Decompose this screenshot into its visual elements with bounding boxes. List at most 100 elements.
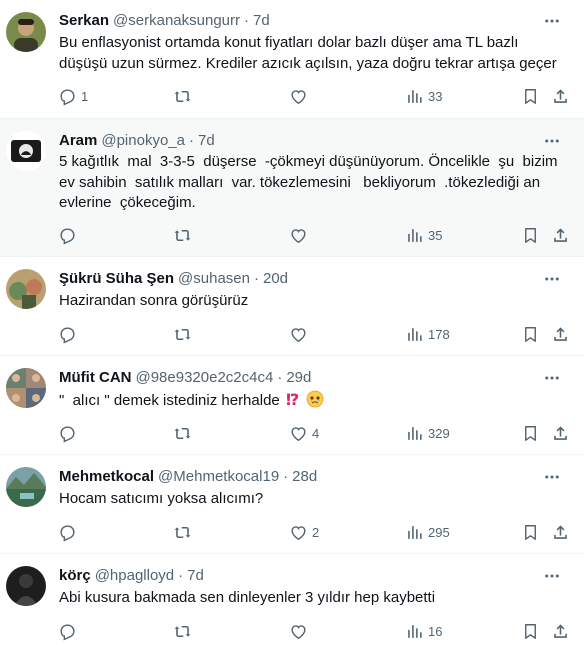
tweet-header: Serkan @serkanaksungurr · 7d: [59, 11, 534, 31]
share-button[interactable]: [551, 322, 570, 346]
avatar[interactable]: [6, 467, 46, 507]
author-name[interactable]: Şükrü Süha Şen: [59, 269, 174, 289]
action-bar: 16: [49, 619, 584, 643]
retweet-icon: [174, 229, 191, 241]
like-button[interactable]: [289, 223, 312, 247]
avatar[interactable]: [6, 368, 46, 408]
timestamp[interactable]: 7d: [198, 131, 215, 151]
reply-button[interactable]: [58, 619, 81, 643]
more-icon[interactable]: [538, 467, 566, 487]
reply-icon: [60, 425, 75, 443]
like-button[interactable]: [289, 619, 312, 643]
views-button[interactable]: 35: [405, 223, 442, 247]
views-button[interactable]: 33: [405, 84, 442, 108]
bookmark-button[interactable]: [521, 84, 540, 108]
views-count: 329: [428, 425, 450, 441]
views-icon: [408, 327, 422, 341]
retweet-button[interactable]: [173, 223, 196, 247]
views-button[interactable]: 295: [405, 520, 450, 544]
avatar[interactable]: [6, 131, 46, 171]
separator-dot: ·: [178, 567, 184, 584]
reply-icon: [60, 227, 75, 245]
views-button[interactable]: 16: [405, 619, 442, 643]
bookmark-button[interactable]: [521, 619, 540, 643]
author-name[interactable]: Müfit CAN: [59, 368, 131, 388]
reply-button[interactable]: [58, 322, 81, 346]
like-button[interactable]: [289, 84, 312, 108]
tweet-text: Hocam satıcımı yoksa alıcımı?: [59, 490, 264, 507]
retweet-button[interactable]: [173, 322, 196, 346]
author-handle[interactable]: @pinokyo_a: [101, 131, 185, 151]
views-button[interactable]: 178: [405, 322, 450, 346]
author-name[interactable]: Serkan: [59, 11, 109, 31]
tweet-6[interactable]: körç @hpaglloyd · 7d Abi kusura bakmada …: [0, 554, 584, 645]
share-button[interactable]: [551, 520, 570, 544]
heart-icon: [291, 327, 306, 342]
like-button[interactable]: [289, 322, 312, 346]
avatar[interactable]: [6, 269, 46, 309]
views-icon: [408, 426, 422, 440]
share-button[interactable]: [551, 619, 570, 643]
like-button[interactable]: 2: [289, 520, 319, 544]
tweet-1[interactable]: Serkan @serkanaksungurr · 7d Bu enflasyo…: [0, 0, 584, 119]
views-count: 295: [428, 524, 450, 540]
views-button[interactable]: 329: [405, 421, 450, 445]
bookmark-icon: [525, 425, 536, 441]
retweet-button[interactable]: [173, 520, 196, 544]
timestamp[interactable]: 7d: [253, 11, 270, 31]
bookmark-icon: [525, 524, 536, 540]
avatar[interactable]: [6, 12, 46, 52]
more-icon[interactable]: [538, 566, 566, 586]
bookmark-button[interactable]: [521, 223, 540, 247]
reply-button[interactable]: [58, 520, 81, 544]
reply-button[interactable]: [58, 223, 81, 247]
author-handle[interactable]: @hpaglloyd: [95, 566, 174, 586]
more-icon[interactable]: [538, 269, 566, 289]
reply-button[interactable]: 1: [58, 84, 88, 108]
more-icon[interactable]: [538, 11, 566, 31]
retweet-button[interactable]: [173, 619, 196, 643]
timestamp[interactable]: 28d: [292, 467, 317, 487]
reply-button[interactable]: [58, 421, 81, 445]
timestamp[interactable]: 20d: [263, 269, 288, 289]
author-handle[interactable]: @Mehmetkocal19: [158, 467, 279, 487]
share-button[interactable]: [551, 223, 570, 247]
share-button[interactable]: [551, 421, 570, 445]
share-icon: [554, 88, 567, 103]
tweet-header: Şükrü Süha Şen @suhasen · 20d: [59, 269, 534, 289]
author-handle[interactable]: @serkanaksungurr: [113, 11, 240, 31]
author-name[interactable]: Aram: [59, 131, 97, 151]
interrobang-emoji-icon: ⁉: [286, 390, 304, 409]
author-name[interactable]: körç: [59, 566, 91, 586]
tweet-2[interactable]: Aram @pinokyo_a · 7d 5 kağıtlık mal 3-3-…: [0, 119, 584, 257]
timestamp[interactable]: 7d: [187, 566, 204, 586]
share-icon: [554, 227, 567, 242]
retweet-icon: [174, 90, 191, 102]
retweet-button[interactable]: [173, 421, 196, 445]
timestamp[interactable]: 29d: [286, 368, 311, 388]
more-icon[interactable]: [538, 368, 566, 388]
holding-back-tears-emoji-icon: [306, 390, 324, 408]
retweet-button[interactable]: [173, 84, 196, 108]
tweet-text: 5 kağıtlık mal 3-3-5 düşerse -çökmeyi dü…: [59, 153, 562, 211]
share-icon: [554, 425, 567, 440]
separator-dot: ·: [253, 270, 259, 287]
avatar[interactable]: [6, 566, 46, 606]
bookmark-button[interactable]: [521, 520, 540, 544]
tweet-header: Müfit CAN @98e9320e2c2c4c4 · 29d: [59, 368, 534, 388]
tweet-5[interactable]: Mehmetkocal @Mehmetkocal19 · 28d Hocam s…: [0, 455, 584, 554]
bookmark-icon: [525, 88, 536, 104]
share-button[interactable]: [551, 84, 570, 108]
bookmark-button[interactable]: [521, 421, 540, 445]
author-handle[interactable]: @98e9320e2c2c4c4: [135, 368, 273, 388]
author-name[interactable]: Mehmetkocal: [59, 467, 154, 487]
more-icon[interactable]: [538, 131, 566, 151]
bookmark-button[interactable]: [521, 322, 540, 346]
tweet-3[interactable]: Şükrü Süha Şen @suhasen · 20d Hazirandan…: [0, 257, 584, 356]
like-button[interactable]: 4: [289, 421, 319, 445]
bookmark-icon: [525, 326, 536, 342]
retweet-icon: [174, 625, 191, 637]
tweet-4[interactable]: Müfit CAN @98e9320e2c2c4c4 · 29d " alıcı…: [0, 356, 584, 455]
author-handle[interactable]: @suhasen: [178, 269, 250, 289]
reply-icon: [60, 326, 75, 344]
